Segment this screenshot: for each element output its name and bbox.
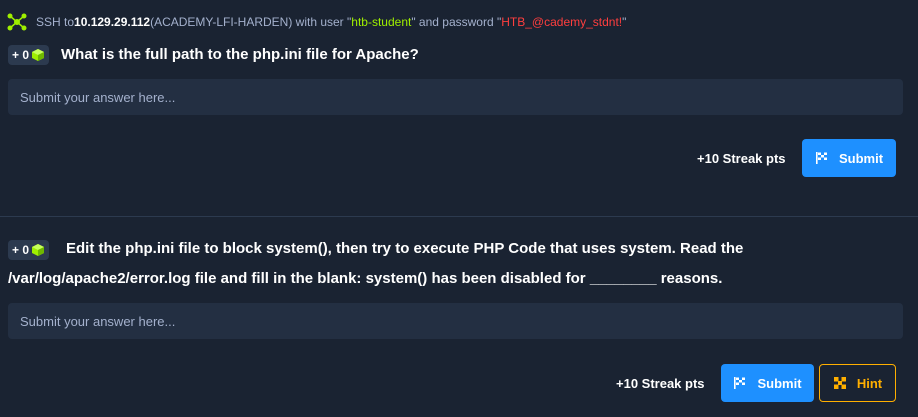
ssh-suffix: " xyxy=(622,15,627,29)
ssh-user: htb-student xyxy=(351,15,412,29)
hint-button[interactable]: Hint xyxy=(819,364,896,402)
question-1: + 0 What is the full path to the php.ini… xyxy=(8,40,419,70)
ssh-ip: 10.129.29.112 xyxy=(74,15,151,29)
ssh-password: HTB_@cademy_stdnt! xyxy=(501,15,623,29)
hint-icon xyxy=(833,377,846,389)
streak-points: +10 Streak pts xyxy=(697,151,786,166)
answer-input-1[interactable] xyxy=(8,79,903,115)
ssh-mid: " and password " xyxy=(411,15,502,29)
question-text: What is the full path to the php.ini fil… xyxy=(61,46,419,63)
network-nodes-icon xyxy=(7,13,27,31)
ssh-host: (ACADEMY-LFI-HARDEN) with user " xyxy=(150,15,352,29)
hint-label: Hint xyxy=(856,375,883,391)
streak-points: +10 Streak pts xyxy=(616,376,705,391)
flag-icon xyxy=(815,152,827,164)
flag-icon xyxy=(734,377,746,389)
submit-button[interactable]: Submit xyxy=(721,364,814,402)
question-divider xyxy=(0,216,918,217)
ssh-prefix: SSH to xyxy=(36,15,75,29)
points-value: + 0 xyxy=(12,48,30,62)
submit-label: Submit xyxy=(838,150,884,166)
question-text: Edit the php.ini file to block system(),… xyxy=(8,240,744,287)
cube-icon xyxy=(32,49,45,61)
answer-input-2[interactable] xyxy=(8,303,903,339)
points-badge: + 0 xyxy=(8,45,50,65)
submit-label: Submit xyxy=(757,375,802,391)
submit-button[interactable]: Submit xyxy=(802,139,896,177)
ssh-connection-info: SSH to 10.129.29.112 (ACADEMY-LFI-HARDEN… xyxy=(6,12,626,32)
